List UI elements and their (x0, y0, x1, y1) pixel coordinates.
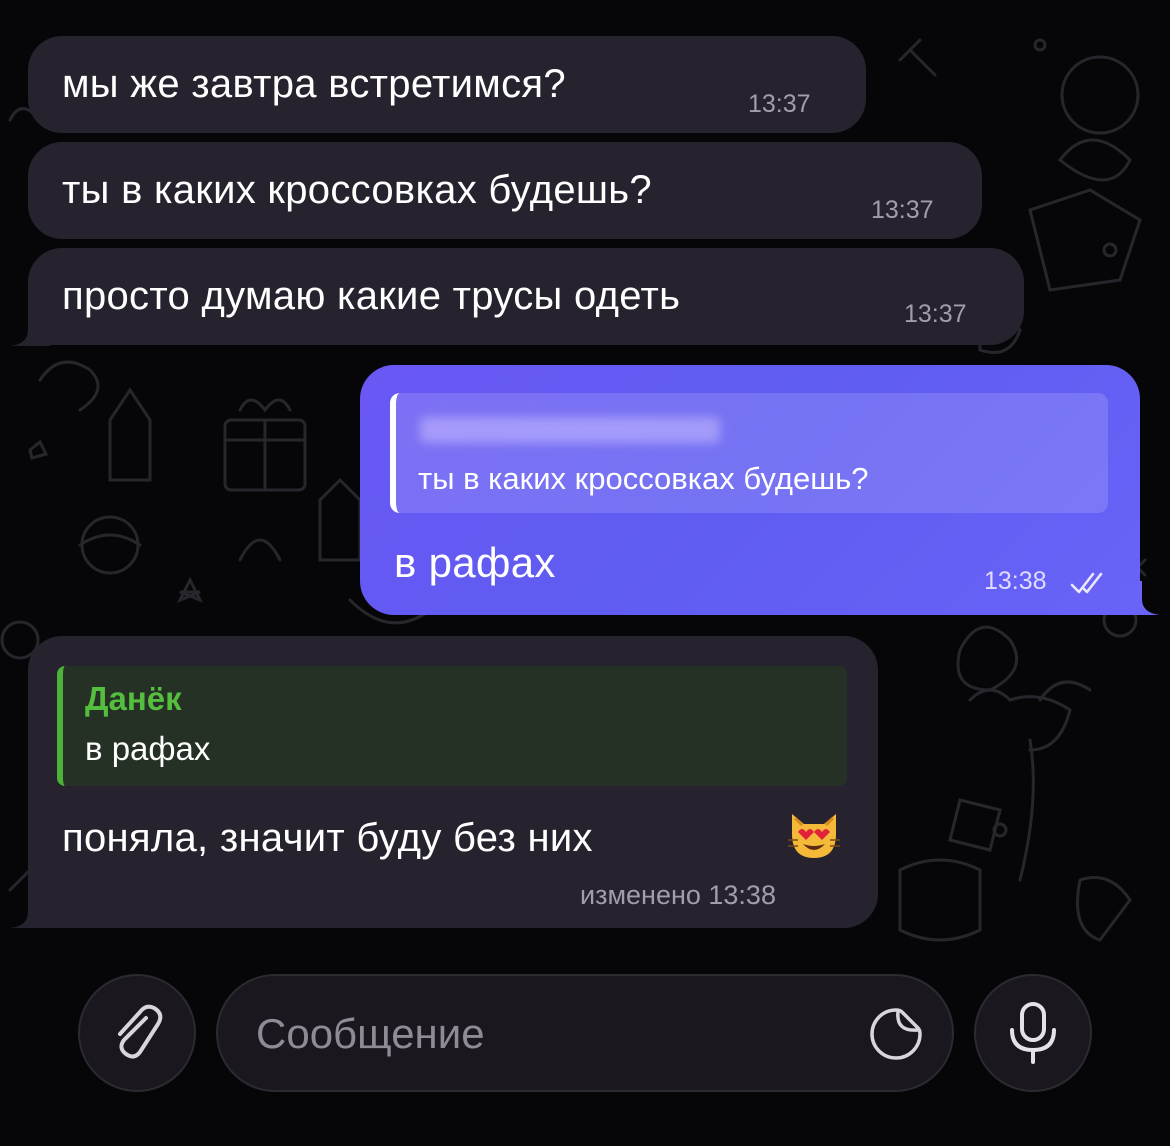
reply-quote[interactable]: ты в каких кроссовках будешь? (390, 393, 1108, 513)
outgoing-message-reply[interactable]: ты в каких кроссовках будешь? в рафах 13… (360, 365, 1140, 615)
message-time: 13:37 (904, 300, 967, 328)
quote-text: ты в каких кроссовках будешь? (418, 461, 869, 496)
incoming-message-reply[interactable]: Данёк в рафах поняла, значит буду без ни… (28, 636, 878, 928)
sticker-icon[interactable] (868, 1006, 924, 1062)
heart-eyes-cat-emoji (788, 814, 840, 858)
message-time: изменено 13:38 (580, 880, 776, 910)
message-input[interactable] (254, 996, 838, 1072)
message-time: 13:38 (984, 567, 1047, 595)
incoming-message-3[interactable]: просто думаю какие трусы одеть 13:37 (28, 248, 1024, 345)
reply-quote[interactable]: Данёк в рафах (57, 666, 847, 786)
blurred-author-name (420, 417, 720, 443)
paperclip-icon (118, 1004, 163, 1059)
microphone-icon (1010, 1002, 1056, 1064)
voice-message-button[interactable] (974, 974, 1092, 1092)
message-text: мы же завтра встретимся? (62, 62, 566, 106)
message-text: поняла, значит буду без них (62, 816, 593, 860)
message-text: просто думаю какие трусы одеть (62, 274, 681, 318)
chat-screen: мы же завтра встретимся? 13:37 ты в каки… (0, 0, 1170, 1146)
attach-button[interactable] (78, 974, 196, 1092)
message-text: ты в каких кроссовках будешь? (62, 168, 652, 212)
bubble-tail (10, 312, 50, 346)
message-text: в рафах (394, 539, 556, 586)
double-check-icon (1070, 572, 1103, 594)
message-input-field[interactable] (216, 974, 954, 1092)
quote-text: в рафах (85, 730, 211, 767)
message-time: 13:37 (748, 90, 811, 118)
bubble-tail (1120, 581, 1160, 615)
incoming-message-1[interactable]: мы же завтра встретимся? 13:37 (28, 36, 866, 133)
bubble-tail (10, 894, 50, 928)
message-time: 13:37 (871, 196, 934, 224)
incoming-message-2[interactable]: ты в каких кроссовках будешь? 13:37 (28, 142, 982, 239)
quote-author: Данёк (85, 680, 182, 717)
